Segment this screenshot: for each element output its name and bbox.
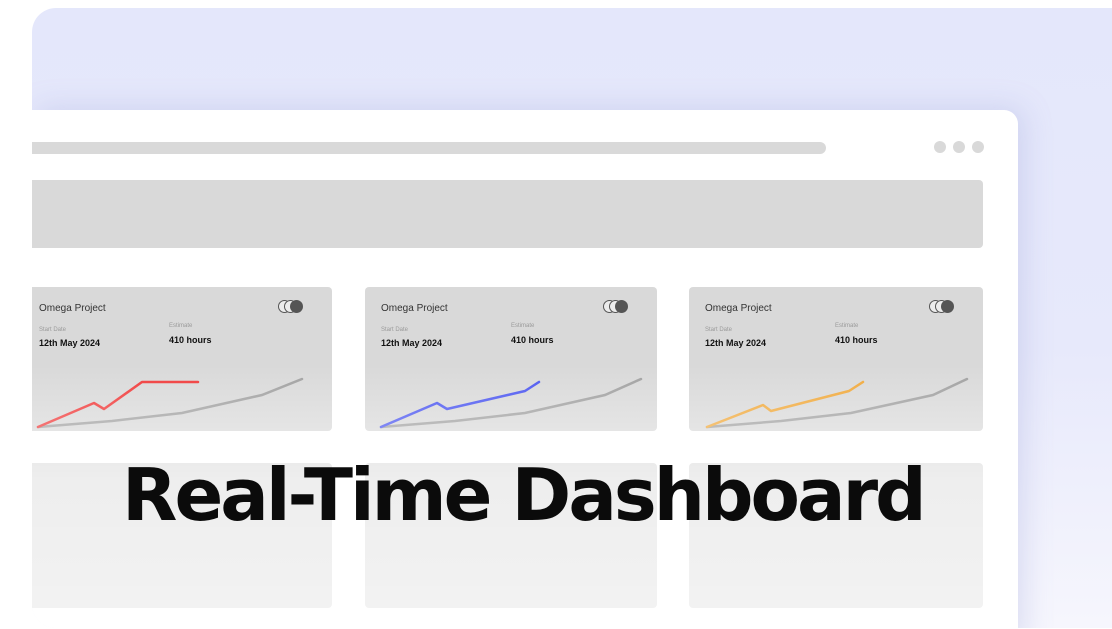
window-dot — [934, 141, 946, 153]
estimate-label: Estimate — [511, 323, 535, 329]
header-placeholder — [32, 180, 983, 248]
project-card: Omega Project Start Date 12th May 2024 E… — [689, 287, 983, 431]
baseline-line — [705, 377, 969, 429]
estimate-value: 410 hours — [511, 335, 554, 345]
card-title: Omega Project — [39, 303, 106, 314]
project-card: Omega Project Start Date 12th May 2024 E… — [32, 287, 332, 431]
avatar-group-icon — [929, 300, 959, 314]
start-date-value: 12th May 2024 — [381, 338, 443, 348]
start-date-label: Start Date — [381, 327, 409, 333]
trend-sparkline — [379, 377, 643, 429]
start-date-label: Start Date — [705, 327, 733, 333]
baseline-line — [36, 377, 304, 429]
window-dot — [953, 141, 965, 153]
avatar-group-icon — [603, 300, 633, 314]
start-date-value: 12th May 2024 — [39, 338, 101, 348]
project-card: Omega Project Start Date 12th May 2024 E… — [365, 287, 657, 431]
trend-sparkline — [36, 377, 304, 429]
card-title: Omega Project — [381, 303, 448, 314]
avatar-group-icon — [278, 300, 308, 314]
window-dots-icon — [934, 141, 984, 153]
estimate-label: Estimate — [169, 323, 193, 329]
estimate-label: Estimate — [835, 323, 859, 329]
estimate-value: 410 hours — [835, 335, 878, 345]
start-date-label: Start Date — [39, 327, 67, 333]
card-title: Omega Project — [705, 303, 772, 314]
estimate-value: 410 hours — [169, 335, 212, 345]
browser-window-mockup: Omega Project Start Date 12th May 2024 E… — [32, 110, 1018, 628]
page-title: Real-Time Dashboard — [122, 453, 927, 537]
window-dot — [972, 141, 984, 153]
trend-sparkline — [705, 377, 969, 429]
start-date-value: 12th May 2024 — [705, 338, 767, 348]
baseline-line — [379, 377, 643, 429]
address-bar-placeholder — [32, 142, 826, 154]
